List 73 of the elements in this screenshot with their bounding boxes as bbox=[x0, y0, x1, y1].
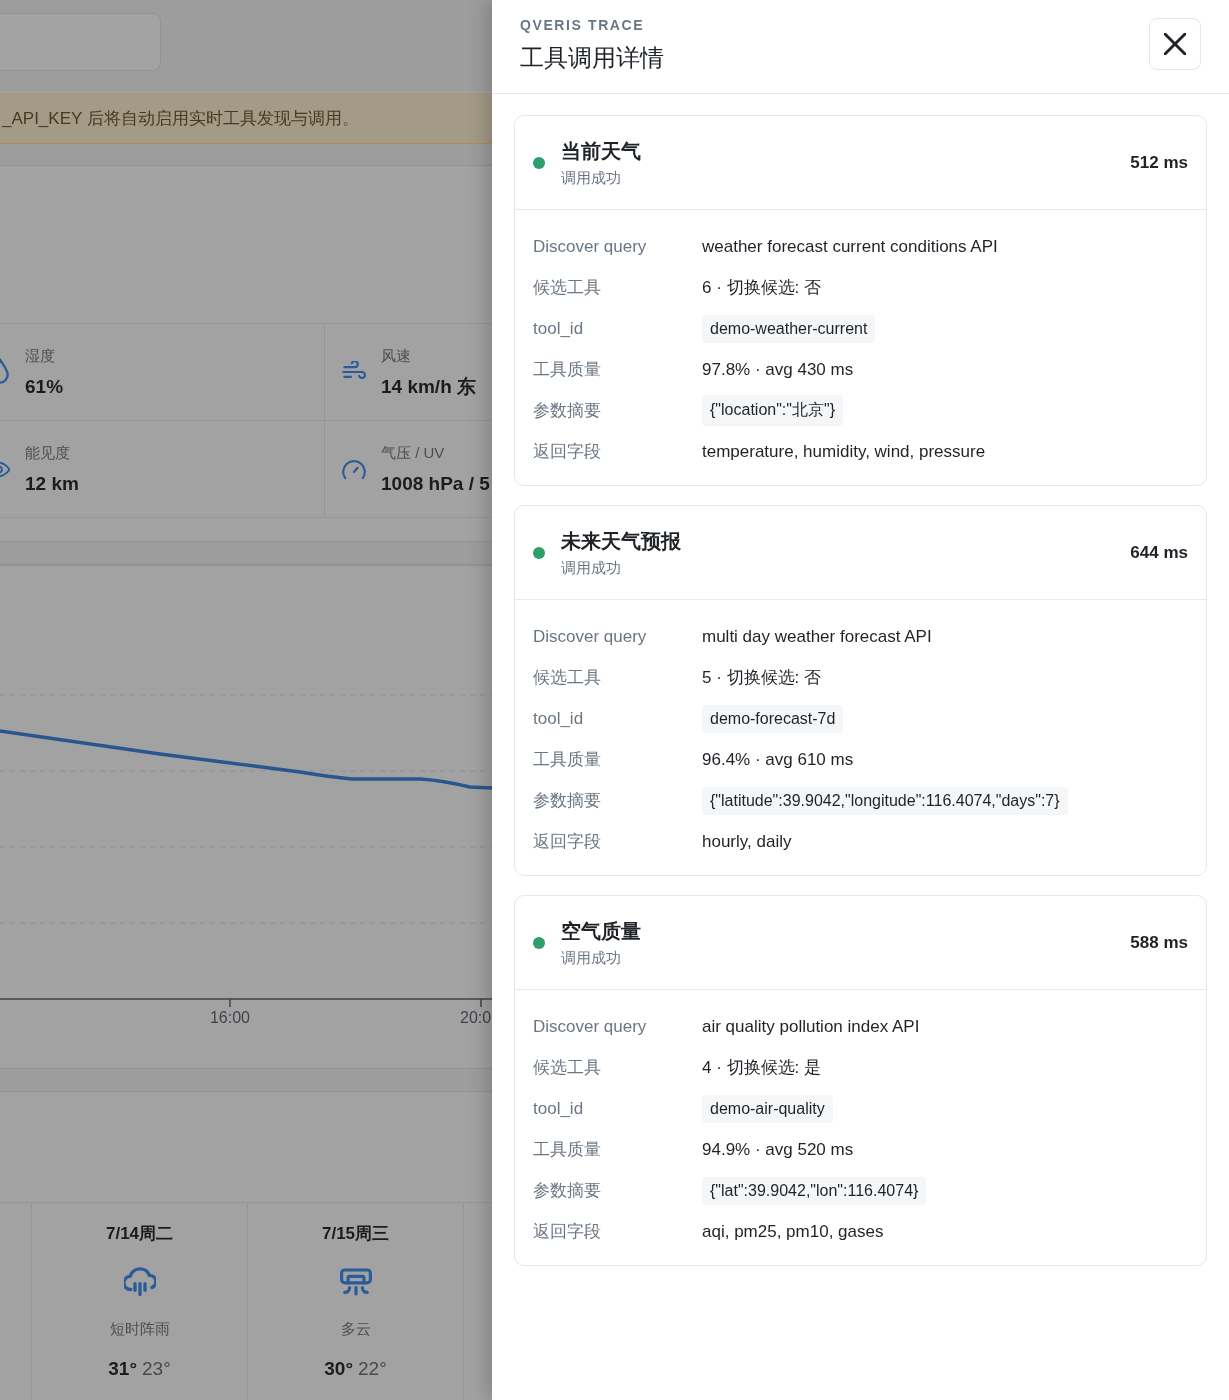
code-value: {"latitude":39.9042,"longitude":116.4074,"days":7} bbox=[702, 786, 1068, 815]
gauge-icon bbox=[342, 458, 366, 480]
field-value: 4 · 切换候选: 是 bbox=[702, 1057, 821, 1079]
field-value: 96.4% · avg 610 ms bbox=[702, 749, 854, 770]
stat-label: 能见度 bbox=[25, 443, 70, 463]
code-value: {"lat":39.9042,"lon":116.4074} bbox=[702, 1176, 927, 1205]
field-value: 6 · 切换候选: 否 bbox=[702, 277, 821, 299]
field-value: air quality pollution index API bbox=[702, 1016, 920, 1037]
droplet-icon bbox=[0, 358, 10, 386]
high-temperature: 30° bbox=[324, 1357, 353, 1381]
field-value: temperature, humidity, wind, pressure bbox=[702, 441, 986, 462]
field-value: weather forecast current conditions API bbox=[702, 236, 998, 257]
field-label: 工具质量 bbox=[533, 1139, 602, 1161]
field-value: aqi, pm25, pm10, gases bbox=[702, 1221, 884, 1242]
call-title: 空气质量 bbox=[561, 918, 641, 944]
forecast-date: 7/15周三 bbox=[321, 1223, 390, 1245]
field-label: 候选工具 bbox=[533, 1057, 602, 1079]
field-label: 参数摘要 bbox=[533, 790, 602, 812]
low-temperature: 22° bbox=[358, 1357, 387, 1381]
air-conditioner-icon bbox=[339, 1267, 372, 1297]
field-value: multi day weather forecast API bbox=[702, 626, 932, 647]
code-value: demo-weather-current bbox=[702, 314, 876, 343]
call-status: 调用成功 bbox=[561, 947, 621, 968]
field-label: Discover query bbox=[533, 236, 648, 257]
axis-label: 16:00 bbox=[210, 1009, 250, 1026]
code-value: demo-air-quality bbox=[702, 1094, 833, 1123]
forecast-date: 7/14周二 bbox=[105, 1223, 174, 1245]
low-temperature: 23° bbox=[142, 1357, 171, 1381]
field-label: tool_id bbox=[533, 708, 585, 729]
stat-label: 风速 bbox=[381, 346, 411, 366]
close-button[interactable] bbox=[1149, 18, 1201, 70]
rain-cloud-icon bbox=[123, 1267, 156, 1297]
field-value: hourly, daily bbox=[702, 831, 792, 852]
field-value: 5 · 切换候选: 否 bbox=[702, 667, 821, 689]
drawer-eyebrow: QVERIS TRACE bbox=[520, 16, 645, 34]
field-value: 94.9% · avg 520 ms bbox=[702, 1139, 854, 1160]
forecast-condition: 多云 bbox=[340, 1319, 371, 1339]
stat-label: 湿度 bbox=[25, 346, 55, 366]
stat-value: 14 km/h 东 bbox=[381, 375, 477, 399]
call-status: 调用成功 bbox=[561, 557, 621, 578]
field-label: 返回字段 bbox=[533, 831, 602, 853]
field-label: 返回字段 bbox=[533, 441, 602, 463]
close-icon bbox=[1164, 33, 1186, 55]
field-label: 参数摘要 bbox=[533, 1180, 602, 1202]
high-temperature: 31° bbox=[108, 1357, 137, 1381]
field-label: 工具质量 bbox=[533, 359, 602, 381]
call-duration: 512 ms bbox=[1130, 152, 1188, 173]
call-title: 未来天气预报 bbox=[561, 528, 681, 554]
call-duration: 644 ms bbox=[1130, 542, 1188, 563]
field-label: 返回字段 bbox=[533, 1221, 602, 1243]
field-value: 97.8% · avg 430 ms bbox=[702, 359, 854, 380]
eye-icon bbox=[0, 460, 10, 478]
stat-label: 气压 / UV bbox=[381, 443, 445, 463]
field-label: 候选工具 bbox=[533, 667, 602, 689]
field-label: tool_id bbox=[533, 318, 585, 339]
field-label: Discover query bbox=[533, 626, 648, 647]
code-value: {"location":"北京"} bbox=[702, 395, 843, 426]
field-label: 工具质量 bbox=[533, 749, 602, 771]
field-label: 参数摘要 bbox=[533, 400, 602, 422]
stat-value: 1008 hPa / 5 bbox=[381, 472, 490, 496]
field-label: 候选工具 bbox=[533, 277, 602, 299]
notice-banner: _API_KEY 后将自动启用实时工具发现与调用。 bbox=[0, 92, 492, 144]
call-duration: 588 ms bbox=[1130, 932, 1188, 953]
call-status: 调用成功 bbox=[561, 167, 621, 188]
field-label: tool_id bbox=[533, 1098, 585, 1119]
drawer-title: 工具调用详情 bbox=[520, 43, 664, 73]
field-label: Discover query bbox=[533, 1016, 648, 1037]
code-value: demo-forecast-7d bbox=[702, 704, 844, 733]
axis-label: 20:0 bbox=[460, 1009, 492, 1026]
call-title: 当前天气 bbox=[561, 138, 641, 164]
forecast-condition: 短时阵雨 bbox=[109, 1319, 170, 1339]
stat-value: 12 km bbox=[25, 472, 79, 496]
stat-value: 61% bbox=[25, 375, 64, 399]
